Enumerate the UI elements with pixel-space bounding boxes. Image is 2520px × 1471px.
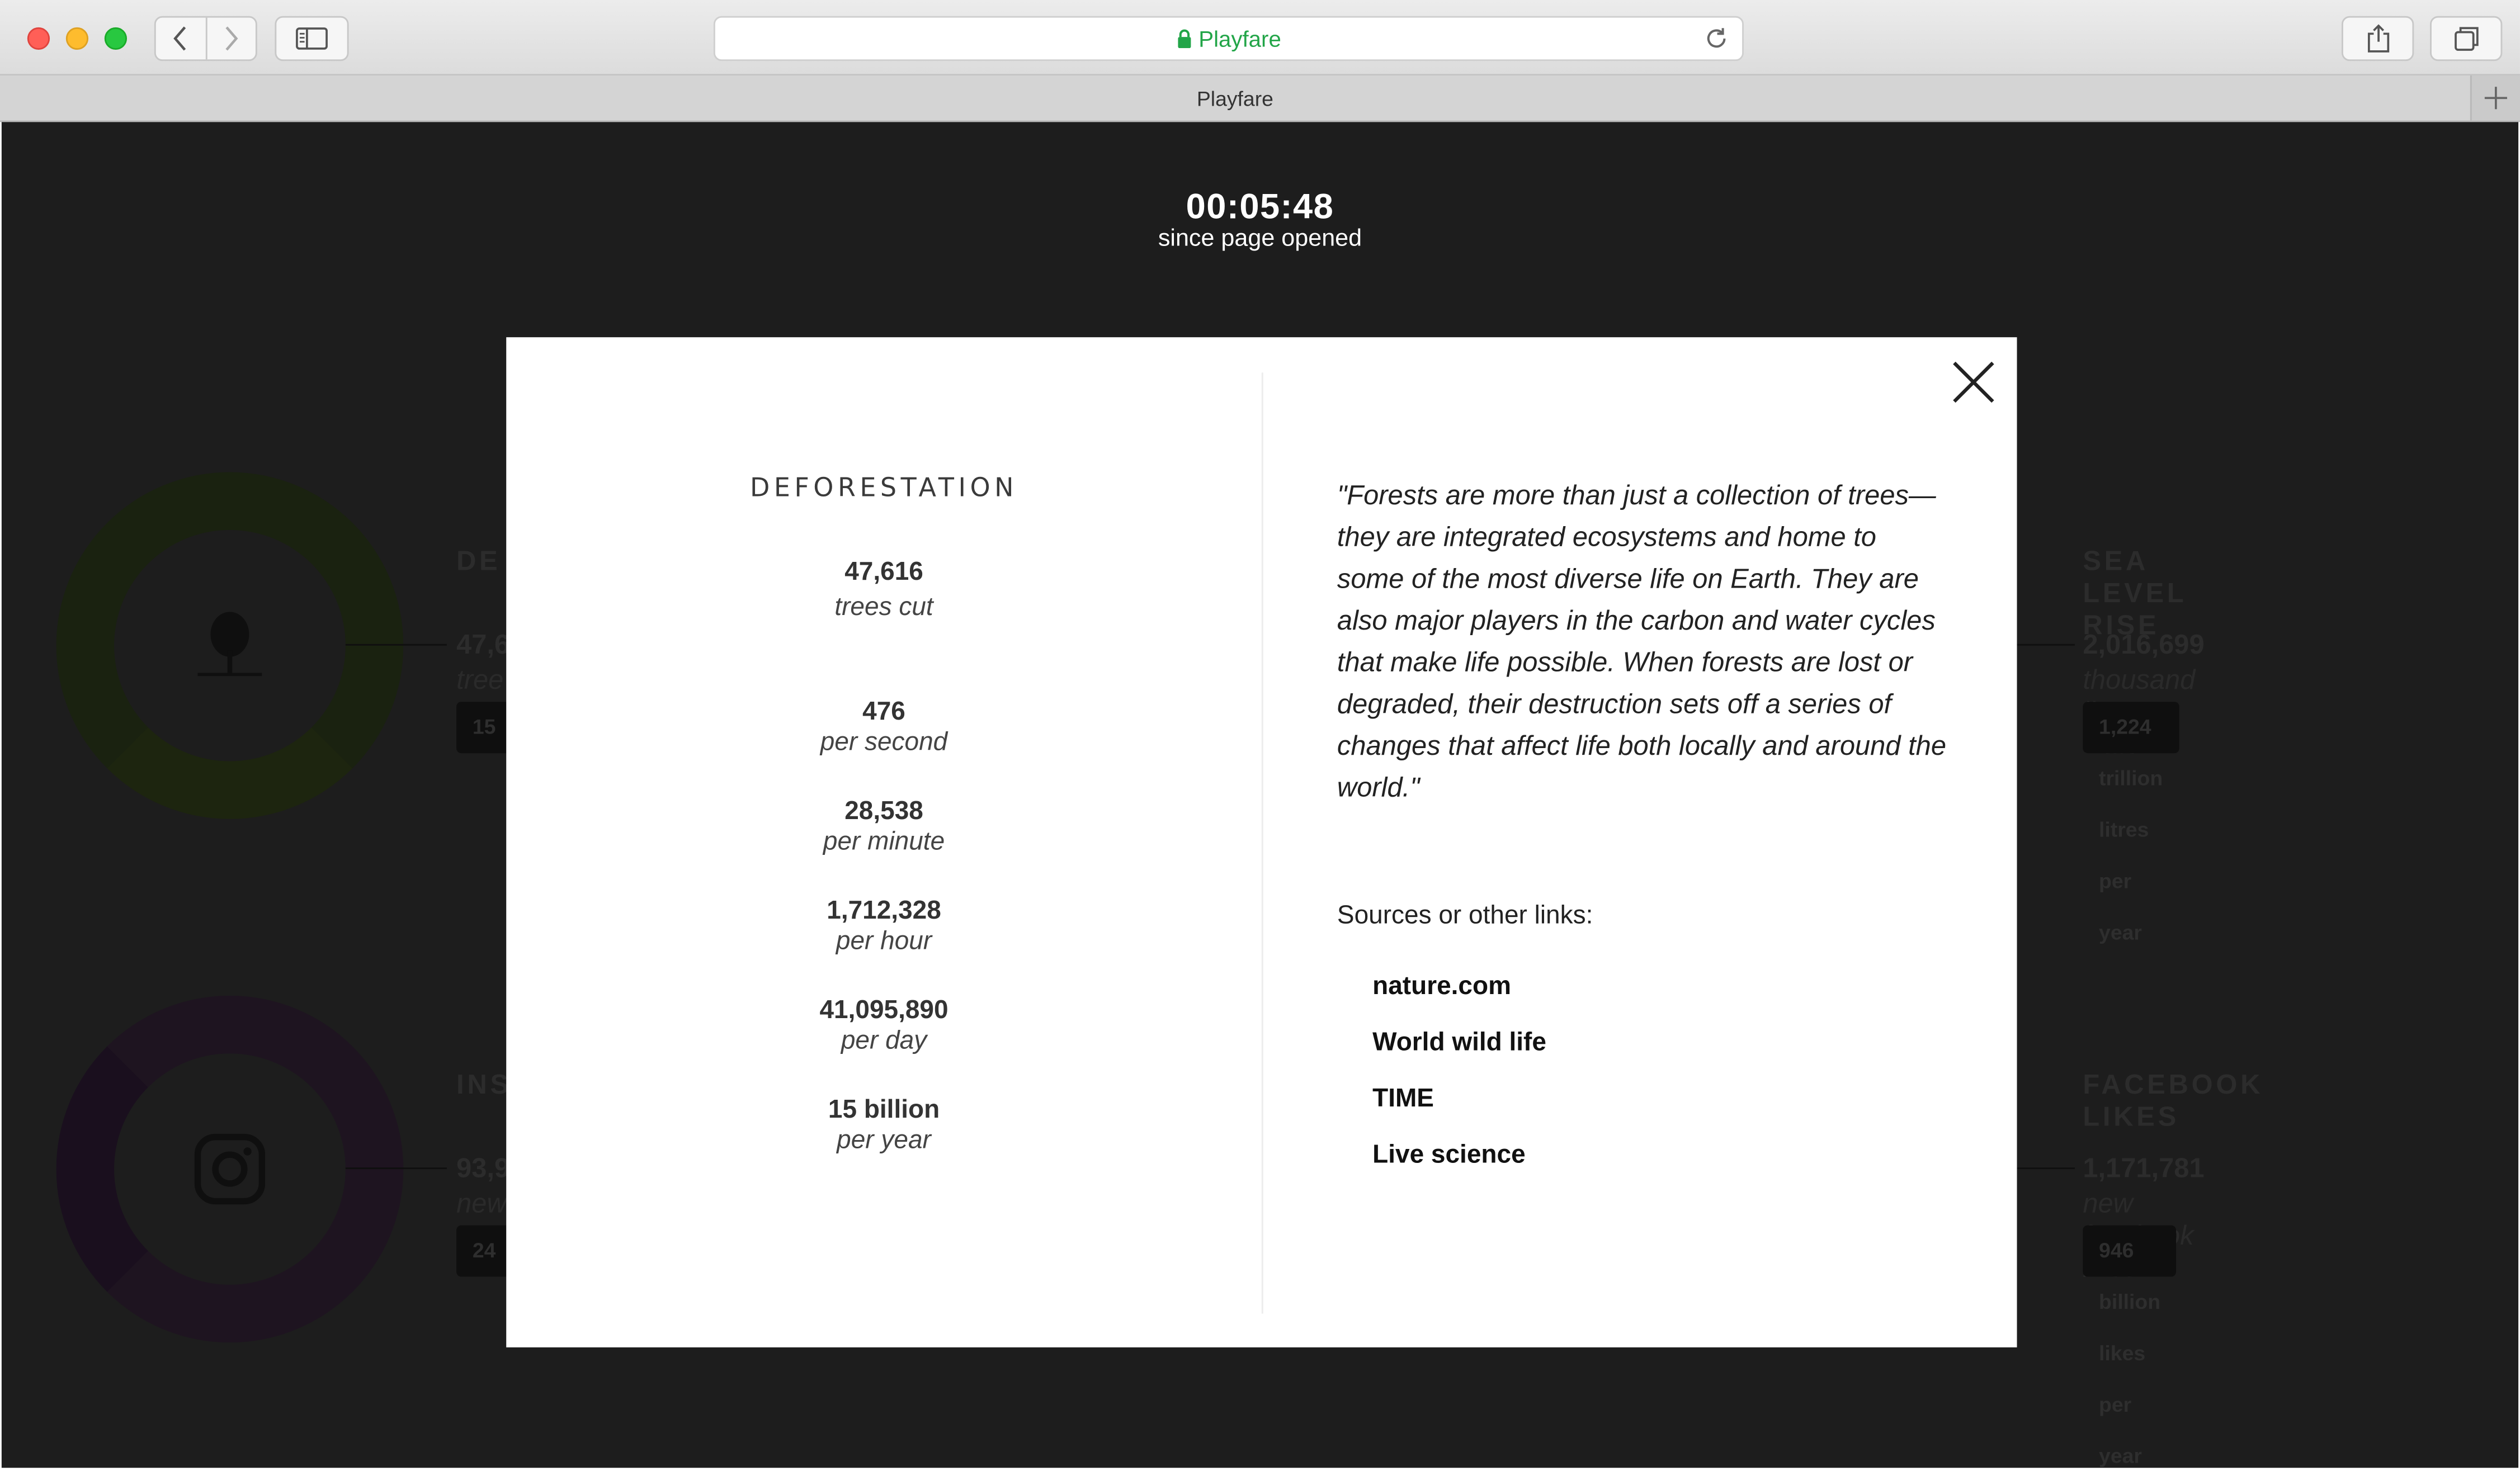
page-timer: 00:05:48 since page opened (2, 186, 2518, 252)
instagram-card-sub: new (456, 1188, 507, 1219)
close-window-button[interactable] (27, 27, 50, 50)
show-tabs-button[interactable] (2430, 16, 2503, 62)
tree-icon (197, 612, 262, 677)
stat-unit: per day (841, 1028, 927, 1056)
stat-unit: per hour (836, 928, 932, 956)
share-button[interactable] (2341, 16, 2414, 62)
history-nav-group (154, 16, 257, 62)
deforestation-connector (345, 644, 447, 646)
stat-per-second: 476 per second (506, 697, 1262, 758)
deforestation-modal: DEFORESTATION 47,616 trees cut 476 per s… (506, 337, 2017, 1347)
source-link-live-science[interactable]: Live science (1372, 1142, 1525, 1171)
address-bar[interactable]: Playfare (713, 16, 1744, 62)
sources-label: Sources or other links: (1337, 902, 1593, 930)
stat-unit: per year (837, 1127, 931, 1155)
modal-title: DEFORESTATION (749, 472, 1018, 503)
sidebar-toggle-button[interactable] (275, 16, 349, 62)
facebook-card-title: FACEBOOK LIKES (2083, 1069, 2264, 1132)
instagram-card-title: INS (456, 1069, 512, 1100)
deforestation-card-sub: tree (456, 665, 504, 696)
facebook-card-count: 1,171,781 (2083, 1153, 2205, 1184)
stat-total: 47,616 trees cut (506, 557, 1262, 623)
sea-level-card-title: SEA LEVEL RISE (2083, 546, 2187, 641)
source-link-time[interactable]: TIME (1372, 1086, 1434, 1115)
new-tab-button[interactable] (2470, 75, 2520, 121)
stat-value: 47,616 (844, 559, 923, 586)
tab-bar: Playfare (0, 75, 2520, 122)
instagram-card-count: 93,9 (456, 1153, 510, 1184)
stat-value: 28,538 (844, 798, 923, 826)
timer-value: 00:05:48 (1186, 186, 1334, 226)
stat-unit: trees cut (834, 594, 933, 622)
stat-value: 15 billion (828, 1096, 940, 1124)
tab-playfare[interactable]: Playfare (0, 75, 2470, 122)
stat-value: 1,712,328 (827, 897, 941, 925)
zoom-window-button[interactable] (104, 27, 128, 50)
forward-button[interactable] (205, 17, 256, 60)
instagram-card-badge: 24 (456, 1225, 512, 1277)
timer-label: since page opened (1158, 225, 1362, 252)
source-link-nature[interactable]: nature.com (1372, 973, 1511, 1002)
stat-per-hour: 1,712,328 per hour (506, 896, 1262, 957)
deforestation-card-badge: 15 (456, 702, 512, 754)
browser-window: Playfare Playfare 00:05:48 since page op… (0, 0, 2520, 1471)
close-icon[interactable] (1948, 357, 1999, 408)
stat-value: 476 (862, 698, 905, 726)
sea-level-connector (2013, 644, 2075, 646)
back-button[interactable] (156, 18, 205, 60)
share-icon (2367, 24, 2389, 53)
sea-level-card-badge: 1,224 trillion litres per year (2083, 702, 2179, 944)
plus-icon (2484, 87, 2507, 110)
deforestation-card-title: DE (456, 546, 501, 577)
minimize-window-button[interactable] (65, 27, 89, 50)
address-host: Playfare (1198, 25, 1281, 51)
facebook-card-badge: 946 billion likes per year (2083, 1225, 2177, 1468)
chevron-left-icon (173, 26, 186, 51)
stat-unit: per second (820, 729, 948, 756)
instagram-connector (345, 1167, 447, 1170)
browser-toolbar: Playfare (0, 0, 2520, 75)
tabs-overview-icon (2453, 27, 2478, 51)
sidebar-icon (296, 27, 328, 50)
instagram-icon (194, 1133, 266, 1205)
source-link-world-wild-life[interactable]: World wild life (1372, 1029, 1546, 1058)
sea-level-card-count: 2,016,699 (2083, 629, 2205, 660)
stat-per-year: 15 billion per year (506, 1095, 1262, 1156)
chevron-right-icon (225, 26, 238, 51)
lock-icon (1177, 29, 1191, 49)
facebook-connector (2013, 1167, 2075, 1170)
stat-per-day: 41,095,890 per day (506, 996, 1262, 1057)
deforestation-quote: "Forests are more than just a collection… (1337, 480, 1947, 803)
page-content: 00:05:48 since page opened DE 47,6 tree … (1, 122, 2519, 1468)
modal-divider (1261, 372, 1263, 1314)
stat-unit: per minute (823, 829, 945, 856)
deforestation-card-count: 47,6 (456, 629, 510, 660)
stat-value: 41,095,890 (819, 997, 948, 1025)
reload-icon[interactable] (1703, 26, 1729, 51)
stat-per-minute: 28,538 per minute (506, 797, 1262, 858)
